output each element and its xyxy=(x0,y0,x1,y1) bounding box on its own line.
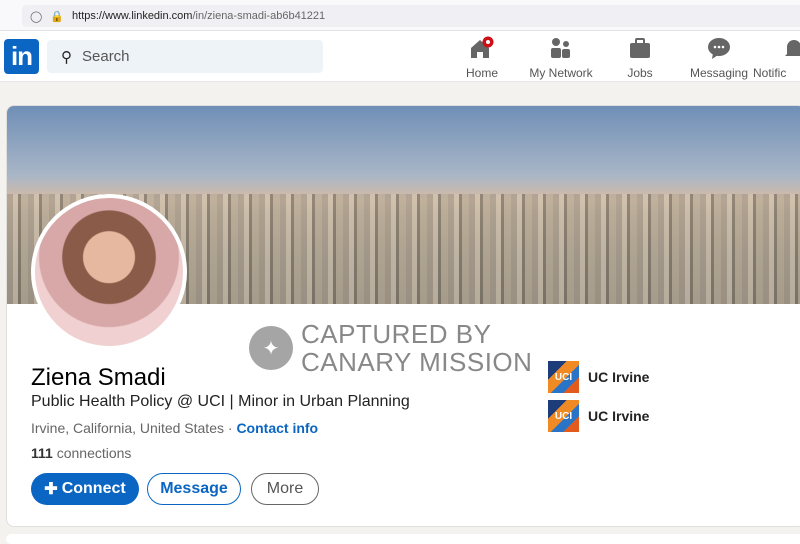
profile-headline: Public Health Policy @ UCI | Minor in Ur… xyxy=(31,393,410,410)
nav-jobs-label: Jobs xyxy=(627,66,653,80)
connections[interactable]: 111 connections xyxy=(31,445,131,461)
search-input[interactable]: ⚲ Search xyxy=(47,40,323,73)
uci-logo: UCI xyxy=(548,361,579,393)
home-icon xyxy=(442,36,522,60)
watermark-line2: CANARY MISSION xyxy=(301,347,533,377)
org-name: UC Irvine xyxy=(588,369,650,385)
nav-jobs[interactable]: Jobs xyxy=(600,36,680,80)
network-icon xyxy=(521,36,601,60)
message-button[interactable]: Message xyxy=(147,473,241,505)
watermark: ✦ CAPTURED BY CANARY MISSION xyxy=(249,320,532,376)
search-icon: ⚲ xyxy=(61,48,72,66)
chat-icon xyxy=(679,36,759,60)
org-name: UC Irvine xyxy=(588,408,650,424)
avatar[interactable] xyxy=(31,194,187,350)
watermark-line1: CAPTURED BY xyxy=(301,319,492,349)
browser-toolbar: ◯ 🔒 https://www.linkedin.com/in/ziena-sm… xyxy=(0,0,800,31)
add-person-icon: ✚ xyxy=(44,481,58,498)
connections-count: 111 xyxy=(31,445,53,461)
connections-label: connections xyxy=(52,445,132,461)
org-item[interactable]: UCI UC Irvine xyxy=(548,400,649,432)
nav-messaging[interactable]: Messaging xyxy=(679,36,759,80)
nav-my-network[interactable]: My Network xyxy=(521,36,601,80)
profile-name: Ziena Smadi xyxy=(31,364,166,391)
contact-info-link[interactable]: Contact info xyxy=(236,420,318,436)
briefcase-icon xyxy=(600,36,680,60)
nav-home-label: Home xyxy=(465,66,498,80)
bell-icon xyxy=(753,36,800,60)
nav-notifications[interactable]: Notific xyxy=(753,36,800,80)
lock-icon: 🔒 xyxy=(50,10,65,23)
separator: · xyxy=(223,420,237,436)
nav-messaging-label: Messaging xyxy=(689,66,749,80)
connect-button[interactable]: ✚ Connect xyxy=(31,473,139,505)
linkedin-logo[interactable]: in xyxy=(4,39,39,74)
nav-my-network-label: My Network xyxy=(529,66,593,80)
connect-label: Connect xyxy=(61,480,126,497)
profile-location-row: Irvine, California, United States · Cont… xyxy=(31,420,318,436)
global-nav: in ⚲ Search Home My Network Jobs Messagi… xyxy=(0,31,800,82)
profile-location: Irvine, California, United States xyxy=(31,420,224,436)
more-button[interactable]: More xyxy=(251,473,319,505)
url-domain: https://www.linkedin.com xyxy=(72,10,193,22)
nav-notifications-label: Notific xyxy=(753,66,787,80)
org-item[interactable]: UCI UC Irvine xyxy=(548,361,649,393)
shield-icon: ◯ xyxy=(30,10,43,23)
url-path: /in/ziena-smadi-ab6b41221 xyxy=(192,10,326,22)
canary-icon: ✦ xyxy=(249,326,293,370)
search-placeholder: Search xyxy=(82,48,130,65)
next-card xyxy=(6,534,800,544)
uci-logo: UCI xyxy=(548,400,579,432)
nav-home[interactable]: Home xyxy=(442,36,522,80)
profile-card: ✦ CAPTURED BY CANARY MISSION Ziena Smadi … xyxy=(6,105,800,527)
address-bar[interactable]: ◯ 🔒 https://www.linkedin.com/in/ziena-sm… xyxy=(22,5,800,27)
